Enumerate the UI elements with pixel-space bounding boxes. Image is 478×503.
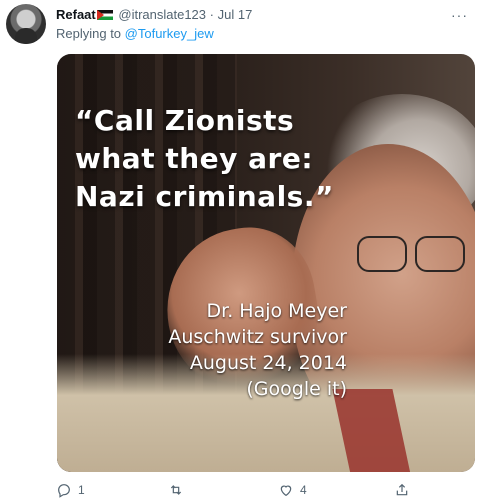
like-count: 4 — [300, 483, 307, 497]
tweet-header: Refaat @itranslate123 · Jul 17 ··· — [56, 6, 468, 24]
tweet-date[interactable]: Jul 17 — [218, 7, 253, 22]
dot-separator: · — [209, 7, 214, 22]
retweet-icon — [170, 485, 182, 495]
quote-line: “Call Zionists — [75, 104, 295, 137]
share-icon — [396, 483, 408, 496]
replying-to: Replying to @Tofurkey_jew — [56, 26, 214, 41]
caption-line: August 24, 2014 — [189, 352, 347, 374]
retweet-button[interactable] — [168, 480, 190, 500]
tweet-actions: 1 4 — [56, 480, 416, 500]
reply-count: 1 — [78, 483, 85, 497]
like-button[interactable]: 4 — [278, 480, 307, 500]
reply-icon — [58, 484, 70, 498]
glasses — [357, 236, 467, 272]
like-icon — [280, 485, 292, 497]
quote-line: what they are: — [75, 142, 314, 175]
replying-prefix: Replying to — [56, 26, 125, 41]
handle[interactable]: @itranslate123 — [118, 7, 206, 22]
tweet[interactable]: Refaat @itranslate123 · Jul 17 ··· Reply… — [0, 0, 478, 503]
caption-line: Auschwitz survivor — [168, 326, 347, 348]
tweet-image[interactable]: “Call Zionists what they are: Nazi crimi… — [57, 54, 475, 472]
caption-line: Dr. Hajo Meyer — [206, 300, 347, 322]
reply-button[interactable]: 1 — [56, 480, 85, 500]
quote-line: Nazi criminals.” — [75, 180, 334, 213]
more-options-icon[interactable]: ··· — [451, 6, 468, 24]
avatar[interactable] — [6, 4, 46, 44]
share-button[interactable] — [394, 480, 410, 500]
palestine-flag-icon — [96, 10, 113, 20]
image-quote: “Call Zionists what they are: Nazi crimi… — [75, 102, 375, 216]
display-name[interactable]: Refaat — [56, 7, 96, 22]
replying-to-link[interactable]: @Tofurkey_jew — [125, 26, 214, 41]
caption-line: (Google it) — [246, 378, 347, 400]
image-caption: Dr. Hajo Meyer Auschwitz survivor August… — [87, 298, 347, 402]
